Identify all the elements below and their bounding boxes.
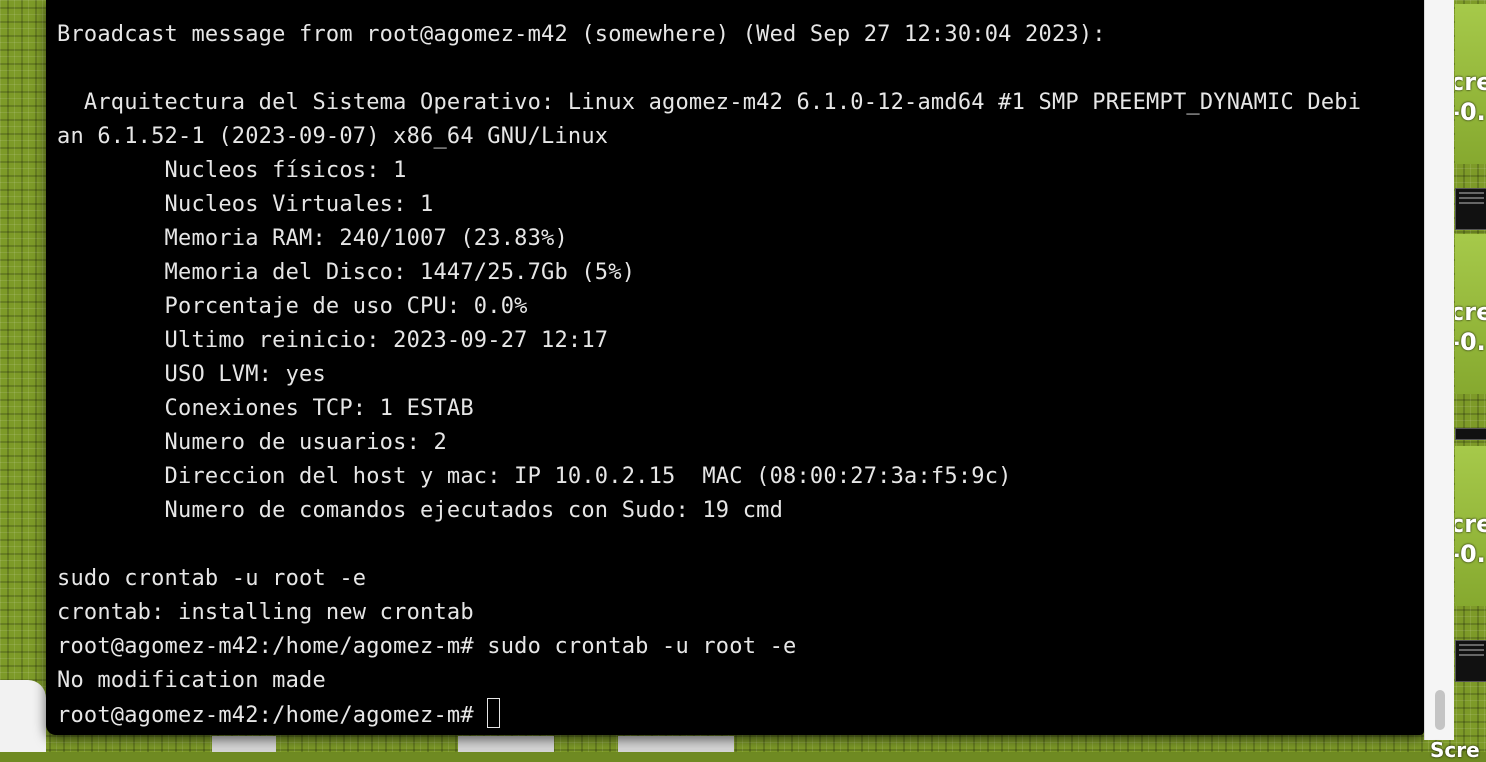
terminal-line: No modification made xyxy=(57,668,326,693)
terminal-prompt-line[interactable]: root@agomez-m42:/home/agomez-m# xyxy=(57,698,1412,732)
terminal-line: root@agomez-m42:/home/agomez-m# sudo cro… xyxy=(57,634,797,659)
thumbnail-label: -0. xyxy=(1455,328,1486,356)
thumbnail-label: cre xyxy=(1455,510,1486,538)
terminal-line: Ultimo reinicio: 2023-09-27 12:17 xyxy=(57,328,609,353)
shell-prompt: root@agomez-m42:/home/agomez-m# xyxy=(57,703,488,728)
desktop-corner-panel xyxy=(0,680,46,752)
terminal-line: Broadcast message from root@agomez-m42 (… xyxy=(57,22,1106,47)
terminal-output: Broadcast message from root@agomez-m42 (… xyxy=(57,18,1412,732)
terminal-line: crontab: installing new crontab xyxy=(57,600,474,625)
terminal-thumbnail[interactable] xyxy=(1455,428,1486,440)
terminal-line: Conexiones TCP: 1 ESTAB xyxy=(57,396,474,421)
bottom-window-edge xyxy=(212,736,276,752)
terminal-line: Memoria RAM: 240/1007 (23.83%) xyxy=(57,226,568,251)
terminal-line: Numero de usuarios: 2 xyxy=(57,430,447,455)
thumbnail-label: Scre xyxy=(1430,738,1480,762)
thumbnail-label: -0. xyxy=(1455,98,1486,126)
terminal-line: USO LVM: yes xyxy=(57,362,326,387)
terminal-line: Nucleos físicos: 1 xyxy=(57,158,407,183)
scrollbar-thumb[interactable] xyxy=(1435,690,1445,730)
terminal-thumbnail[interactable] xyxy=(1455,640,1486,682)
terminal-line: Memoria del Disco: 1447/25.7Gb (5%) xyxy=(57,260,636,285)
thumbnail-label: -0. xyxy=(1455,540,1486,568)
screenshot-thumbnail[interactable]: cre -0. xyxy=(1455,4,1486,164)
terminal-thumbnail[interactable] xyxy=(1455,188,1486,230)
terminal-window[interactable]: Broadcast message from root@agomez-m42 (… xyxy=(46,0,1424,735)
thumbnail-label: cre xyxy=(1455,68,1486,96)
bottom-window-edge xyxy=(458,736,554,752)
text-cursor[interactable] xyxy=(487,698,501,728)
terminal-line: Porcentaje de uso CPU: 0.0% xyxy=(57,294,528,319)
desktop-thumbnails: cre -0. cre -0. cre -0. xyxy=(1453,0,1486,752)
terminal-line: Nucleos Virtuales: 1 xyxy=(57,192,434,217)
terminal-line: an 6.1.52-1 (2023-09-07) x86_64 GNU/Linu… xyxy=(57,124,609,149)
terminal-scrollbar[interactable] xyxy=(1424,0,1454,740)
thumbnail-label: cre xyxy=(1455,298,1486,326)
bottom-window-edge xyxy=(618,736,734,752)
terminal-line: Direccion del host y mac: IP 10.0.2.15 M… xyxy=(57,464,1012,489)
screenshot-thumbnail[interactable]: cre -0. xyxy=(1455,446,1486,606)
terminal-line: sudo crontab -u root -e xyxy=(57,566,367,591)
screenshot-thumbnail[interactable]: cre -0. xyxy=(1455,234,1486,394)
terminal-line: Numero de comandos ejecutados con Sudo: … xyxy=(57,498,784,523)
terminal-line: Arquitectura del Sistema Operativo: Linu… xyxy=(57,90,1362,115)
